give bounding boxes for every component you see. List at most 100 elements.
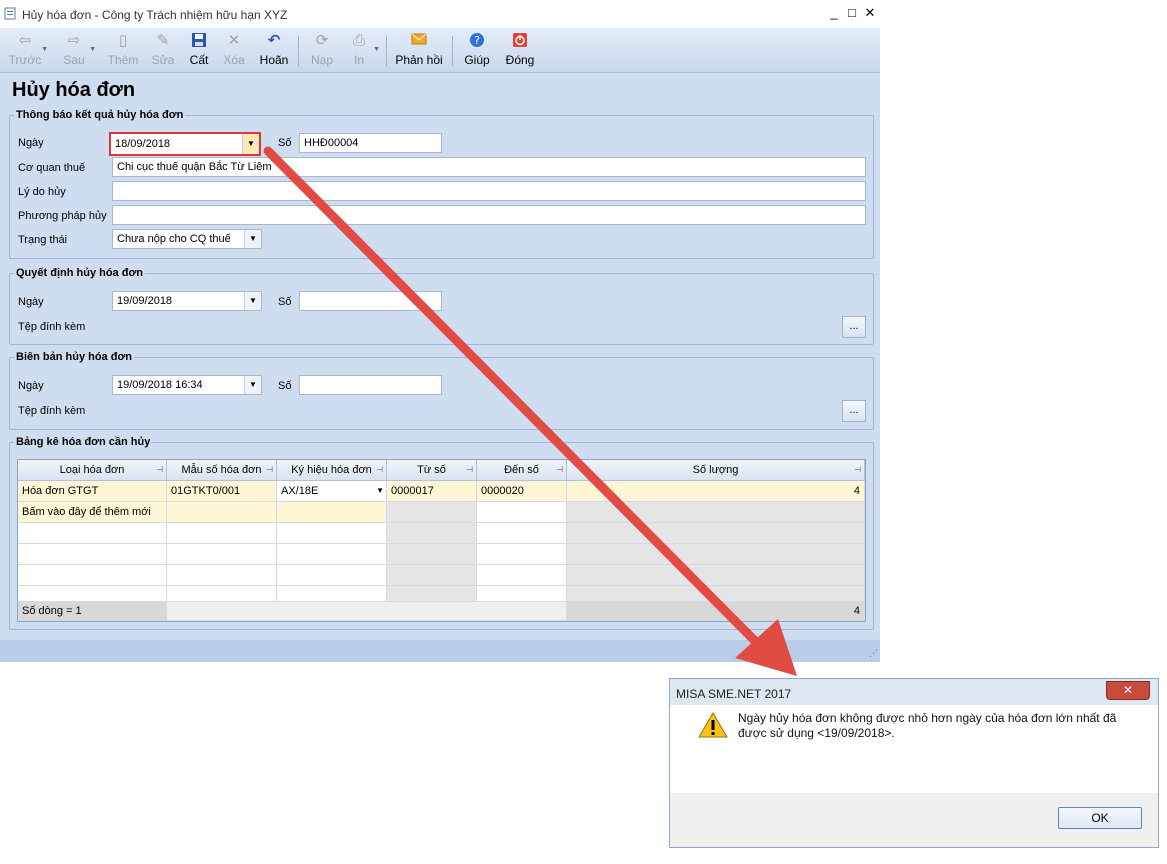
minimize-button[interactable]: _ <box>826 5 842 21</box>
status-select[interactable]: Chưa nộp cho CQ thuế ▼ <box>112 229 262 249</box>
toolbar-separator <box>298 36 299 66</box>
notice-date-picker[interactable]: 18/09/2018 ▼ <box>109 132 261 156</box>
add-new-cell[interactable] <box>167 502 277 523</box>
envelope-icon <box>394 32 444 50</box>
minutes-legend: Biên bản hủy hóa đơn <box>16 351 132 363</box>
empty-cell <box>477 544 567 565</box>
maximize-button[interactable]: □ <box>844 5 860 21</box>
empty-cell <box>277 586 387 602</box>
column-header-label: Từ số <box>417 464 446 476</box>
reason-field[interactable] <box>112 181 866 201</box>
empty-cell <box>167 544 277 565</box>
cell-from[interactable]: 0000017 <box>387 481 477 502</box>
close-window-button[interactable]: ✕ <box>862 5 878 21</box>
dialog-close-button[interactable]: ✕ <box>1106 681 1150 700</box>
close-button[interactable]: Đóng <box>504 32 536 70</box>
status-label: Trạng thái <box>18 234 68 246</box>
footer-cell <box>167 602 567 621</box>
dialog-title: MISA SME.NET 2017 <box>676 687 792 701</box>
method-field[interactable] <box>112 205 866 225</box>
edit-icon: ✎ <box>156 32 170 49</box>
column-header-type[interactable]: Loại hóa đơn ⊣ <box>18 460 167 481</box>
undo-button[interactable]: ↶ Hoãn <box>258 32 290 70</box>
pin-icon[interactable]: ⊣ <box>266 460 273 480</box>
tax-office-field[interactable]: Chi cục thuế quận Bắc Từ Liêm <box>112 157 866 177</box>
toolbar: ⇦ Trước ▼ ⇨ Sau ▼ ▯ Thêm ✎ Sửa Cất ✕ Xóa <box>0 28 880 73</box>
print-button[interactable]: ⎙ In ▼ <box>348 32 380 70</box>
save-button[interactable]: Cất <box>186 32 212 70</box>
notice-date-label: Ngày <box>18 137 44 149</box>
add-new-row[interactable]: Bấm vào đây để thêm mới <box>18 502 167 523</box>
toolbar-separator <box>386 36 387 66</box>
add-new-cell[interactable] <box>477 502 567 523</box>
column-header-symbol[interactable]: Ký hiệu hóa đơn ⊣ <box>277 460 387 481</box>
chevron-down-icon[interactable]: ▼ <box>376 481 384 501</box>
empty-cell <box>387 544 477 565</box>
add-new-cell <box>567 502 865 523</box>
column-header-template[interactable]: Mẫu số hóa đơn ⊣ <box>167 460 277 481</box>
help-button[interactable]: ? Giúp <box>462 32 492 70</box>
pin-icon[interactable]: ⊣ <box>854 460 861 480</box>
empty-cell <box>567 586 865 602</box>
column-header-quantity[interactable]: Số lượng ⊣ <box>567 460 865 481</box>
next-button[interactable]: ⇨ Sau ▼ <box>58 32 96 70</box>
cell-to[interactable]: 0000020 <box>477 481 567 502</box>
empty-cell <box>277 544 387 565</box>
message-dialog: MISA SME.NET 2017 ✕ Ngày hủy hóa đơn khô… <box>669 678 1159 848</box>
arrow-right-icon: ⇨ <box>67 32 81 49</box>
column-header-label: Số lượng <box>692 464 739 476</box>
chevron-down-icon[interactable]: ▼ <box>244 376 261 394</box>
edit-button[interactable]: ✎ Sửa <box>149 32 177 70</box>
undo-icon: ↶ <box>267 32 281 49</box>
minutes-attach-button[interactable]: ... <box>842 400 866 422</box>
pin-icon[interactable]: ⊣ <box>156 460 163 480</box>
reload-button[interactable]: ⟳ Nạp <box>308 32 336 70</box>
empty-cell <box>18 565 167 586</box>
title-bar: Hủy hóa đơn - Công ty Trách nhiệm hữu hạ… <box>0 0 880 28</box>
ok-button[interactable]: OK <box>1058 807 1142 829</box>
empty-cell <box>567 523 865 544</box>
chevron-down-icon[interactable]: ▼ <box>242 134 259 154</box>
cell-quantity[interactable]: 4 <box>567 481 865 502</box>
decision-number-field[interactable] <box>299 291 442 311</box>
pin-icon[interactable]: ⊣ <box>376 460 383 480</box>
column-header-label: Đến số <box>504 464 539 476</box>
empty-cell <box>167 586 277 602</box>
add-button[interactable]: ▯ Thêm <box>106 32 140 70</box>
toolbar-separator <box>452 36 453 66</box>
status-bar: ⋰ <box>0 640 880 662</box>
previous-button[interactable]: ⇦ Trước ▼ <box>8 32 48 70</box>
decision-date-value: 19/09/2018 <box>117 295 173 307</box>
add-new-cell[interactable] <box>277 502 387 523</box>
empty-cell <box>387 523 477 544</box>
pin-icon[interactable]: ⊣ <box>556 460 563 480</box>
cell-type[interactable]: Hóa đơn GTGT <box>18 481 167 502</box>
decision-date-picker[interactable]: 19/09/2018 ▼ <box>112 291 262 311</box>
decision-attach-button[interactable]: ... <box>842 316 866 338</box>
total-quantity: 4 <box>567 602 865 621</box>
decision-number-label: Số <box>278 296 292 308</box>
minutes-attach-label: Tệp đính kèm <box>18 405 86 417</box>
minutes-date-picker[interactable]: 19/09/2018 16:34 ▼ <box>112 375 262 395</box>
warning-icon <box>698 712 728 738</box>
delete-button[interactable]: ✕ Xóa <box>221 32 247 70</box>
empty-cell <box>167 523 277 544</box>
pin-icon[interactable]: ⊣ <box>466 460 473 480</box>
column-header-to[interactable]: Đến số ⊣ <box>477 460 567 481</box>
reason-label: Lý do hủy <box>18 186 66 198</box>
chevron-down-icon[interactable]: ▼ <box>244 230 261 248</box>
empty-cell <box>477 523 567 544</box>
save-icon <box>186 32 212 50</box>
add-document-icon: ▯ <box>118 32 128 49</box>
feedback-button[interactable]: Phản hồi <box>394 32 444 70</box>
decision-attach-label: Tệp đính kèm <box>18 321 86 333</box>
cell-symbol[interactable]: AX/18E ▼ <box>277 481 387 502</box>
notice-number-field[interactable]: HHĐ00004 <box>299 133 442 153</box>
empty-cell <box>167 565 277 586</box>
column-header-from[interactable]: Từ số ⊣ <box>387 460 477 481</box>
cell-template[interactable]: 01GTKT0/001 <box>167 481 277 502</box>
resize-grip-icon[interactable]: ⋰ <box>869 648 878 659</box>
empty-cell <box>18 523 167 544</box>
chevron-down-icon[interactable]: ▼ <box>244 292 261 310</box>
minutes-number-field[interactable] <box>299 375 442 395</box>
